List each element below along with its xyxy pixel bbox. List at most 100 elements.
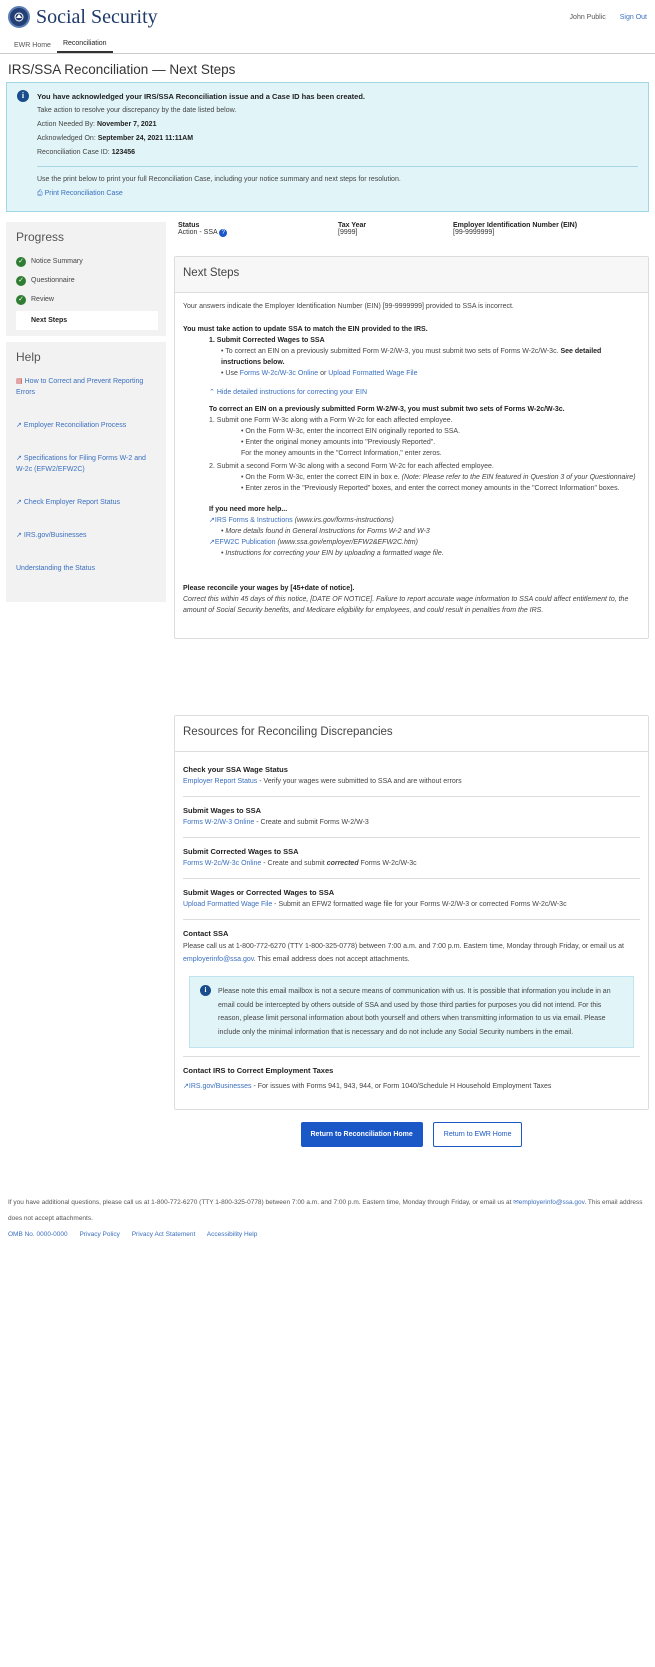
res-contact-irs-row: ↗IRS.gov/Businesses - For issues with Fo… (183, 1083, 552, 1090)
privacy-act-link[interactable]: Privacy Act Statement (132, 1231, 196, 1238)
reconcile-warning: Correct this within 45 days of this noti… (183, 596, 629, 614)
reconcile-deadline: Please reconcile your wages by [45+date … (183, 585, 355, 592)
upload-wage-file-link[interactable]: Upload Formatted Wage File (328, 370, 417, 377)
detail-step-2a: • On the Form W-3c, enter the correct EI… (241, 474, 636, 481)
res-wage-status-row: Employer Report Status - Verify your wag… (183, 778, 462, 785)
site-header: Social Security John Public Sign Out (0, 0, 655, 34)
detail-step-1: 1. Submit one Form W-3c along with a For… (209, 417, 453, 424)
next-steps-panel: Next Steps Your answers indicate the Emp… (174, 256, 649, 639)
next-steps-heading: Next Steps (175, 257, 648, 293)
help-link-correct-errors[interactable]: ▤ How to Correct and Prevent Reporting Er… (6, 372, 166, 398)
footer-links: OMB No. 0000-0000 Privacy Policy Privacy… (8, 1227, 647, 1243)
employer-report-status-link[interactable]: Employer Report Status (183, 778, 257, 785)
site-logo-text[interactable]: Social Security (36, 6, 158, 29)
progress-box: Progress ✓ Notice Summary ✓ Questionnaire … (6, 222, 166, 336)
must-take-action: You must take action to update SSA to ma… (183, 326, 428, 333)
detail-step-2b: • Enter zeros in the "Previously Reporte… (241, 485, 620, 492)
forms-w2-online-link[interactable]: Forms W-2/W-3 Online (183, 819, 254, 826)
tax-year-value: [9999] (338, 229, 358, 236)
accessibility-help-link[interactable]: Accessibility Help (207, 1231, 258, 1238)
more-help-heading: If you need more help... (209, 506, 288, 513)
case-id: Reconciliation Case ID: 123456 (37, 149, 136, 156)
status-value: Action - SSA ? (178, 229, 338, 237)
sign-out-link[interactable]: Sign Out (620, 14, 647, 21)
help-question-icon[interactable]: ? (219, 229, 228, 237)
hide-instructions-toggle[interactable]: ⌃ Hide detailed instructions for correct… (209, 387, 640, 398)
help-heading: Help (16, 350, 41, 364)
check-icon: ✓ (16, 256, 26, 267)
help-link-understanding-status[interactable]: Understanding the Status (6, 559, 166, 574)
footer-contact: If you have additional questions, please… (8, 1199, 643, 1222)
print-instructions: Use the print below to print your full R… (37, 176, 401, 183)
help-link-report-status[interactable]: ↗ Check Employer Report Status (6, 493, 166, 508)
irs-businesses-link[interactable]: IRS.gov/Businesses (189, 1083, 252, 1090)
employer-email-link[interactable]: employerinfo@ssa.gov (183, 956, 254, 963)
res-wage-status-heading: Check your SSA Wage Status (183, 765, 288, 774)
forms-w2c-online-link[interactable]: Forms W-2c/W-3c Online (240, 370, 318, 377)
return-ewr-home-button[interactable]: Return to EWR Home (432, 1122, 523, 1147)
printer-icon: ⎙ (37, 190, 43, 197)
resources-heading: Resources for Reconciling Discrepancies (175, 716, 648, 752)
info-icon: i (200, 985, 211, 996)
external-link-icon: ↗ (16, 455, 22, 462)
res-upload-row: Upload Formatted Wage File - Submit an E… (183, 901, 567, 908)
progress-heading: Progress (16, 230, 65, 244)
case-created-alert: i You have acknowledged your IRS/SSA Rec… (6, 82, 649, 212)
help-link-irs-businesses[interactable]: ↗ IRS.gov/Businesses (6, 526, 166, 541)
check-icon: ✓ (16, 275, 26, 286)
return-reconciliation-home-button[interactable]: Return to Reconciliation Home (300, 1122, 423, 1147)
help-link-reconciliation-process[interactable]: ↗ Employer Reconciliation Process (6, 416, 166, 431)
res-corrected-wages-row: Forms W-2c/W-3c Online - Create and subm… (183, 860, 417, 867)
upload-wage-file-link-2[interactable]: Upload Formatted Wage File (183, 901, 272, 908)
action-needed-by: Action Needed By: November 7, 2021 (37, 121, 157, 128)
tab-reconciliation[interactable]: Reconciliation (56, 40, 113, 53)
next-steps-intro: Your answers indicate the Employer Ident… (183, 303, 514, 310)
check-icon: ✓ (16, 294, 26, 305)
help-link-specifications[interactable]: ↗ Specifications for Filing Forms W-2 and… (6, 449, 166, 475)
main-content: Status Action - SSA ? Tax Year [9999] Em… (174, 222, 649, 1147)
res-submit-wages-row: Forms W-2/W-3 Online - Create and submit… (183, 819, 369, 826)
tax-year-label: Tax Year (338, 222, 367, 229)
action-buttons: Return to Reconciliation Home Return to … (174, 1122, 649, 1147)
detail-step-1b: • Enter the original money amounts into … (241, 439, 436, 446)
progress-notice-summary[interactable]: ✓ Notice Summary (6, 252, 166, 271)
external-link-icon: ↗ (16, 422, 22, 429)
forms-w2c-online-link-2[interactable]: Forms W-2c/W-3c Online (183, 860, 261, 867)
detail-step-1c: For the money amounts in the "Correct In… (241, 450, 442, 457)
progress-questionnaire[interactable]: ✓ Questionnaire (6, 271, 166, 290)
detail-step-2: 2. Submit a second Form W-3c along with … (209, 463, 494, 470)
print-case-link[interactable]: ⎙ Print Reconciliation Case (37, 187, 638, 201)
res-upload-heading: Submit Wages or Corrected Wages to SSA (183, 888, 335, 897)
step-1-bullet-2: • Use Forms W-2c/W-3c Online or Upload F… (221, 370, 418, 377)
progress-next-steps: Next Steps (16, 311, 158, 330)
user-name: John Public (569, 13, 606, 21)
irs-forms-link-row[interactable]: ↗IRS Forms & Instructions (www.irs.gov/f… (209, 515, 640, 526)
step-1-heading: 1. Submit Corrected Wages to SSA (209, 337, 325, 344)
progress-review[interactable]: ✓ Review (6, 290, 166, 309)
efw2c-link-row[interactable]: ↗EFW2C Publication (www.ssa.gov/employer… (209, 537, 640, 548)
ssa-seal-icon[interactable] (8, 6, 30, 28)
case-status-row: Status Action - SSA ? Tax Year [9999] Em… (174, 222, 649, 256)
pdf-icon: ▤ (16, 378, 23, 385)
acknowledged-on: Acknowledged On: September 24, 2021 11:1… (37, 135, 194, 142)
detail-step-1a: • On the Form W-3c, enter the incorrect … (241, 428, 461, 435)
res-contact-ssa-text: Please call us at 1-800-772-6270 (TTY 1-… (183, 943, 624, 963)
external-link-icon: ↗ (16, 532, 22, 539)
email-security-note: i Please note this email mailbox is not … (189, 976, 634, 1048)
ein-label: Employer Identification Number (EIN) (453, 222, 578, 229)
ein-value: [99-9999999] (453, 229, 495, 236)
res-contact-irs-heading: Contact IRS to Correct Employment Taxes (183, 1066, 334, 1075)
privacy-policy-link[interactable]: Privacy Policy (79, 1231, 119, 1238)
res-contact-ssa-heading: Contact SSA (183, 929, 229, 938)
footer-email-link[interactable]: employerinfo@ssa.gov (519, 1199, 585, 1206)
irs-forms-note: • More details found in General Instruct… (221, 528, 430, 535)
omb-number: OMB No. 0000-0000 (8, 1231, 68, 1238)
resources-panel: Resources for Reconciling Discrepancies … (174, 715, 649, 1110)
status-label: Status (178, 222, 200, 229)
page-footer: If you have additional questions, please… (0, 1195, 655, 1243)
res-submit-wages-heading: Submit Wages to SSA (183, 806, 262, 815)
help-box: Help ▤ How to Correct and Prevent Reporti… (6, 342, 166, 602)
tab-ewr-home[interactable]: EWR Home (8, 42, 57, 53)
page-title: IRS/SSA Reconciliation — Next Steps (8, 62, 236, 77)
res-corrected-wages-heading: Submit Corrected Wages to SSA (183, 847, 299, 856)
